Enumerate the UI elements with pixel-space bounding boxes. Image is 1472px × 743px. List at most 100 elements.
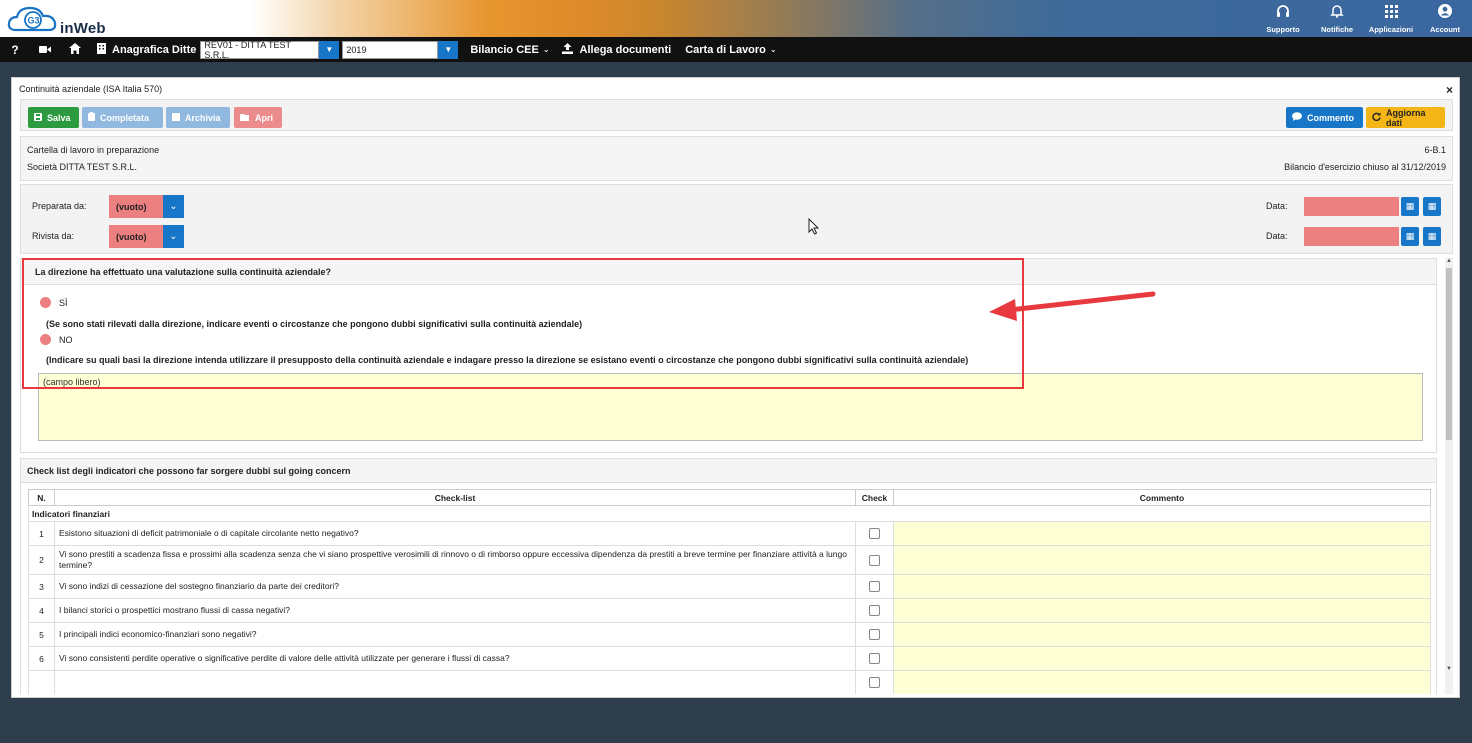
apri-button[interactable]: Apri (234, 107, 282, 128)
row-checkbox[interactable] (869, 677, 880, 688)
row-comment-field[interactable] (893, 670, 1431, 694)
notifiche-button[interactable]: Notifiche (1310, 0, 1364, 37)
grid-icon (1384, 5, 1398, 21)
close-icon[interactable]: × (1446, 83, 1453, 97)
completata-label: Completata (100, 112, 150, 123)
carta-di-lavoro-label: Carta di Lavoro (685, 43, 766, 56)
row-question: Esistono situazioni di deficit patrimoni… (54, 521, 856, 546)
preparata-da-caret-icon[interactable]: ⌄ (163, 195, 184, 218)
supporto-label: Supporto (1266, 25, 1300, 34)
aggiorna-dati-button[interactable]: Aggiorna dati (1366, 107, 1445, 128)
table-row: 3 Vi sono indizi di cessazione del soste… (28, 574, 1431, 599)
annotation-highlight-box (22, 258, 1024, 389)
table-row: 1 Esistono situazioni di deficit patrimo… (28, 521, 1431, 546)
checklist-title: Check list degli indicatori che possono … (21, 459, 1436, 483)
applicazioni-label: Applicazioni (1368, 25, 1414, 34)
help-icon[interactable]: ? (0, 43, 30, 57)
col-header-commento: Commento (893, 489, 1431, 506)
row-comment-field[interactable] (893, 521, 1431, 546)
scroll-up-icon[interactable]: ▲ (1445, 258, 1453, 266)
col-header-n: N. (28, 489, 55, 506)
home-icon[interactable] (60, 42, 90, 57)
data-rivista-field[interactable] (1304, 227, 1399, 246)
salva-button[interactable]: Salva (28, 107, 79, 128)
row-checkbox[interactable] (869, 605, 880, 616)
completata-button[interactable]: Completata (82, 107, 163, 128)
row-checkbox[interactable] (869, 629, 880, 640)
scroll-thumb[interactable] (1446, 268, 1452, 440)
company-name: Società DITTA TEST S.R.L. (27, 162, 138, 172)
bilancio-cee-menu[interactable]: Bilancio CEE ⌄ (470, 44, 549, 56)
carta-di-lavoro-menu[interactable]: Carta di Lavoro ⌄ (685, 44, 776, 56)
applicazioni-button[interactable]: Applicazioni (1364, 0, 1418, 37)
bilancio-cee-label: Bilancio CEE (470, 43, 539, 56)
allega-documenti-label: Allega documenti (579, 43, 672, 56)
workpaper-info: Cartella di lavoro in preparazione Socie… (20, 136, 1453, 181)
archivia-button[interactable]: Archivia (166, 107, 230, 128)
row-question: I principali indici economico-finanziari… (54, 622, 856, 647)
folder-open-icon (240, 113, 250, 123)
calendar-check-icon[interactable]: ▦ (1423, 227, 1441, 246)
company-select[interactable]: REV01 - DITTA TEST S.R.L. (200, 40, 320, 60)
calendar-icon[interactable]: ▦ (1401, 227, 1419, 246)
row-comment-field[interactable] (893, 574, 1431, 599)
row-number: 2 (28, 545, 55, 575)
checklist-panel: Check list degli indicatori che possono … (20, 458, 1437, 694)
mouse-cursor-icon (808, 218, 820, 235)
year-select[interactable]: 2019 (342, 40, 439, 59)
video-icon[interactable] (30, 43, 60, 57)
upload-icon (561, 42, 573, 57)
calendar-check-icon[interactable]: ▦ (1423, 197, 1441, 216)
row-number: 1 (28, 521, 55, 546)
row-comment-field[interactable] (893, 598, 1431, 623)
row-checkbox[interactable] (869, 653, 880, 664)
row-number: 3 (28, 574, 55, 599)
table-row: 4 I bilanci storici o prospettici mostra… (28, 598, 1431, 623)
notifiche-label: Notifiche (1320, 25, 1354, 34)
data-preparata-field[interactable] (1304, 197, 1399, 216)
row-checkbox[interactable] (869, 581, 880, 592)
rivista-da-label: Rivista da: (32, 231, 75, 241)
preparata-da-select[interactable]: (vuoto) (109, 195, 163, 218)
row-comment-field[interactable] (893, 622, 1431, 647)
rivista-da-caret-icon[interactable]: ⌄ (163, 225, 184, 248)
row-question: I bilanci storici o prospettici mostrano… (54, 598, 856, 623)
table-row: 6 Vi sono consistenti perdite operative … (28, 646, 1431, 671)
year-select-caret-icon[interactable]: ▼ (438, 40, 459, 59)
calendar-icon[interactable]: ▦ (1401, 197, 1419, 216)
col-header-check: Check (855, 489, 894, 506)
company-select-caret-icon[interactable]: ▼ (319, 40, 340, 59)
modal-title: Continuità aziendale (ISA Italia 570) (19, 84, 163, 94)
row-comment-field[interactable] (893, 545, 1431, 575)
modal-toolbar: Salva Completata Archivia Apri Commento (20, 99, 1453, 131)
aggiorna-dati-label: Aggiorna dati (1386, 107, 1426, 128)
row-number: 5 (28, 622, 55, 647)
row-question: Vi sono consistenti perdite operative o … (54, 646, 856, 671)
clipboard-icon (88, 112, 95, 123)
anagrafica-ditte-label: Anagrafica Ditte (112, 43, 197, 56)
rivista-da-select[interactable]: (vuoto) (109, 225, 163, 248)
table-row (28, 670, 1431, 694)
row-checkbox[interactable] (869, 528, 880, 539)
checklist-table: N. Check-list Check Commento Indicatori … (28, 489, 1431, 694)
content-scroll-area[interactable]: La direzione ha effettuato una valutazio… (20, 258, 1453, 694)
col-header-checklist: Check-list (54, 489, 856, 506)
row-checkbox[interactable] (869, 554, 880, 566)
row-number: 6 (28, 646, 55, 671)
preparata-da-label: Preparata da: (32, 201, 87, 211)
logo-mark: G3 (28, 16, 40, 26)
user-circle-icon (1438, 4, 1452, 21)
account-button[interactable]: Account (1418, 0, 1472, 37)
bell-icon (1330, 4, 1344, 21)
salva-label: Salva (47, 112, 71, 123)
scroll-down-icon[interactable]: ▼ (1445, 666, 1453, 674)
supporto-button[interactable]: Supporto (1256, 0, 1310, 37)
comment-icon (1292, 112, 1302, 123)
allega-documenti-button[interactable]: Allega documenti (561, 42, 672, 57)
row-comment-field[interactable] (893, 646, 1431, 671)
vertical-scrollbar[interactable]: ▲ ▼ (1445, 258, 1453, 694)
chevron-down-icon: ⌄ (542, 45, 550, 54)
data-preparata-label: Data: (1266, 201, 1288, 211)
continuita-aziendale-modal: Continuità aziendale (ISA Italia 570) × … (11, 77, 1460, 698)
commento-button[interactable]: Commento (1286, 107, 1363, 128)
